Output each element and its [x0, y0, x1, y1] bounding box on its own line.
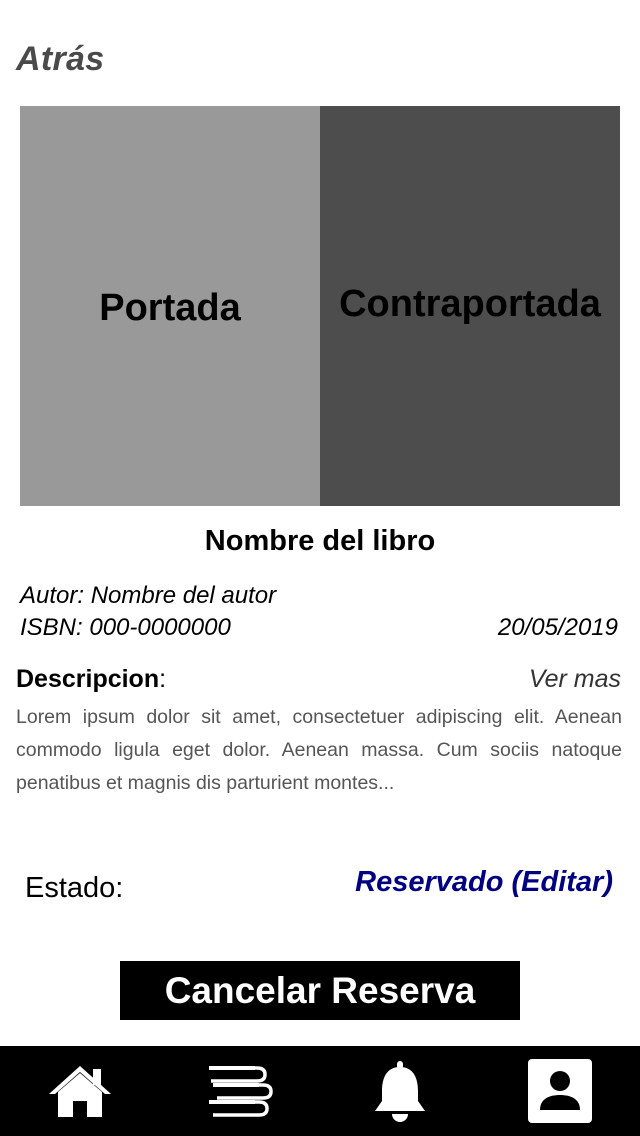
nav-books[interactable]	[200, 1046, 280, 1136]
book-isbn: ISBN: 000-0000000	[20, 614, 231, 641]
status-value-edit-link[interactable]: Reservado (Editar)	[355, 866, 613, 899]
status-label: Estado:	[25, 872, 124, 904]
description-text: Lorem ipsum dolor sit amet, consectetuer…	[16, 706, 622, 794]
profile-icon	[540, 1071, 580, 1110]
description-colon: :	[159, 665, 167, 693]
back-cover-label: Contraportada	[339, 282, 601, 325]
description-label: Descripcion	[16, 665, 160, 693]
back-cover-image[interactable]: Contraportada	[320, 106, 620, 506]
description-heading: Descripcion:	[16, 665, 166, 694]
nav-notifications[interactable]	[360, 1046, 440, 1136]
cancel-reservation-button[interactable]: Cancelar Reserva	[120, 961, 520, 1020]
bell-icon	[375, 1061, 425, 1122]
book-date: 20/05/2019	[497, 614, 618, 641]
see-more-link[interactable]: Ver mas	[529, 665, 621, 694]
bottom-navigation	[0, 1046, 640, 1136]
book-title: Nombre del libro	[204, 525, 436, 557]
front-cover-label: Portada	[99, 286, 241, 329]
nav-home[interactable]	[40, 1046, 120, 1136]
home-icon	[49, 1066, 111, 1117]
books-icon	[209, 1066, 273, 1117]
profile-icon-frame	[528, 1059, 592, 1123]
back-link[interactable]: Atrás	[16, 40, 104, 79]
nav-profile[interactable]	[520, 1046, 600, 1136]
front-cover-image[interactable]: Portada	[20, 106, 320, 506]
book-author: Autor: Nombre del autor	[20, 582, 277, 609]
